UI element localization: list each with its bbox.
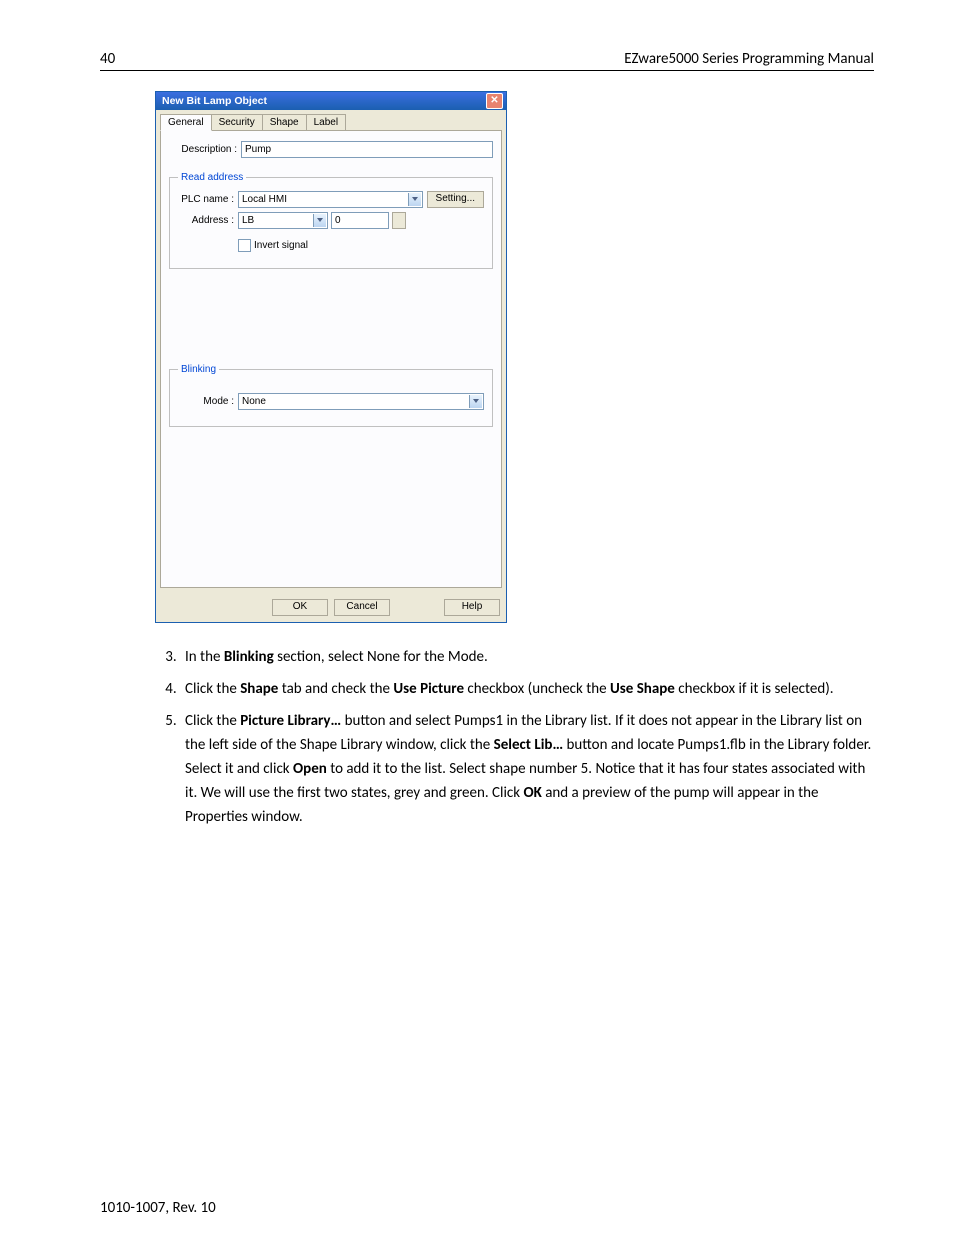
tab-security[interactable]: Security (211, 114, 263, 131)
address-value-input[interactable]: 0 (331, 212, 389, 229)
mode-label: Mode : (178, 396, 238, 407)
cancel-button[interactable]: Cancel (334, 599, 390, 616)
dialog-title: New Bit Lamp Object (162, 95, 267, 107)
address-label: Address : (178, 215, 238, 226)
plc-name-label: PLC name : (178, 194, 238, 205)
blinking-legend: Blinking (178, 364, 219, 375)
manual-title: EZware5000 Series Programming Manual (624, 50, 874, 68)
tab-body: Description : Pump Read address PLC name… (160, 130, 502, 588)
read-address-legend: Read address (178, 172, 246, 183)
plc-name-select[interactable]: Local HMI (238, 191, 423, 208)
bit-lamp-dialog: New Bit Lamp Object ✕ General Security S… (155, 91, 507, 623)
tab-label[interactable]: Label (306, 114, 346, 131)
read-address-group: Read address PLC name : Local HMI Settin… (169, 172, 493, 269)
tab-shape[interactable]: Shape (262, 114, 307, 131)
dialog-titlebar: New Bit Lamp Object ✕ (156, 92, 506, 110)
description-input[interactable]: Pump (241, 141, 493, 158)
setting-button[interactable]: Setting... (427, 191, 484, 208)
step-5: Click the Picture Library… button and se… (180, 709, 874, 829)
footer-revision: 1010-1007, Rev. 10 (100, 1199, 874, 1217)
page-number: 40 (100, 50, 115, 68)
ok-button[interactable]: OK (272, 599, 328, 616)
step-4: Click the Shape tab and check the Use Pi… (180, 677, 874, 701)
invert-signal-checkbox[interactable] (238, 239, 251, 252)
help-button[interactable]: Help (444, 599, 500, 616)
blinking-group: Blinking Mode : None (169, 364, 493, 427)
address-type-select[interactable]: LB (238, 212, 328, 229)
address-more-button[interactable] (392, 212, 406, 229)
step-3: In the Blinking section, select None for… (180, 645, 874, 669)
tab-general[interactable]: General (160, 114, 212, 131)
close-icon[interactable]: ✕ (486, 93, 503, 109)
invert-signal-label: Invert signal (254, 240, 308, 251)
page-header: 40 EZware5000 Series Programming Manual (100, 50, 874, 71)
description-label: Description : (169, 144, 241, 155)
tab-strip: General Security Shape Label (160, 114, 502, 131)
dialog-button-row: OK Cancel Help (156, 593, 506, 622)
instruction-list: In the Blinking section, select None for… (100, 645, 874, 829)
mode-select[interactable]: None (238, 393, 484, 410)
